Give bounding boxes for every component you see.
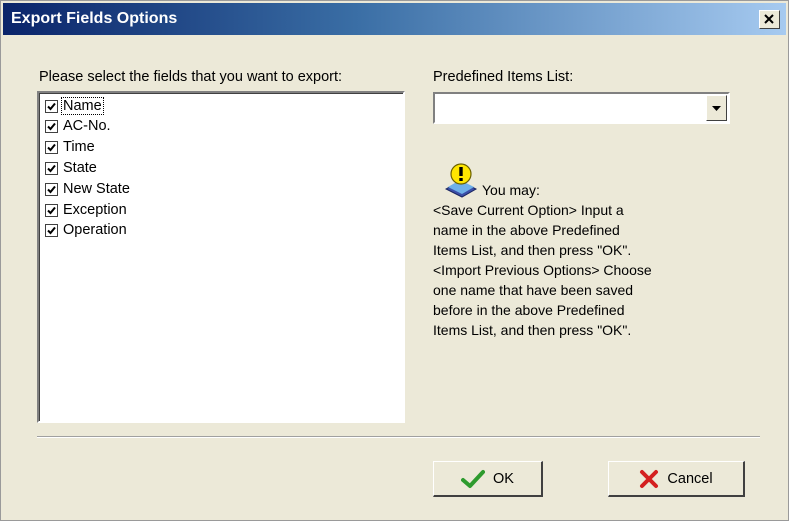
field-checkbox[interactable] — [45, 182, 58, 196]
field-item-operation[interactable]: Operation — [45, 221, 128, 239]
field-checkbox[interactable] — [45, 140, 58, 154]
ok-label: OK — [493, 470, 514, 487]
field-item-name[interactable]: Name — [45, 97, 104, 115]
field-checkbox[interactable] — [45, 119, 58, 133]
field-label: Exception — [63, 202, 127, 218]
field-label: State — [63, 160, 97, 176]
field-label: Operation — [63, 222, 127, 238]
ok-button[interactable]: OK — [433, 461, 543, 497]
help-line: <Import Previous Options> Choose — [433, 262, 652, 278]
field-checkbox[interactable] — [45, 223, 58, 237]
cancel-button[interactable]: Cancel — [608, 461, 745, 497]
field-item-new-state[interactable]: New State — [45, 180, 131, 198]
fields-listbox[interactable]: Name AC-No. Time State New State Excepti… — [37, 91, 405, 423]
field-label: AC-No. — [63, 118, 111, 134]
check-icon — [47, 185, 56, 193]
close-button[interactable] — [759, 10, 780, 29]
title-bar[interactable]: Export Fields Options — [3, 3, 786, 35]
check-icon — [47, 226, 56, 234]
check-icon — [47, 206, 56, 214]
help-line: name in the above Predefined — [433, 222, 620, 238]
x-icon — [640, 469, 659, 488]
help-line: Items List, and then press "OK". — [433, 322, 632, 338]
cancel-label: Cancel — [667, 470, 713, 487]
field-checkbox[interactable] — [45, 99, 58, 113]
check-icon — [47, 143, 56, 151]
close-icon — [764, 14, 774, 24]
field-checkbox[interactable] — [45, 203, 58, 217]
checkmark-icon — [461, 469, 486, 488]
check-icon — [47, 122, 56, 130]
check-icon — [47, 102, 56, 110]
help-line: <Save Current Option> Input a — [433, 202, 624, 218]
help-line: Items List, and then press "OK". — [433, 242, 632, 258]
fields-label: Please select the fields that you want t… — [39, 69, 343, 85]
field-checkbox[interactable] — [45, 161, 58, 175]
field-item-ac-no[interactable]: AC-No. — [45, 117, 112, 135]
help-intro: You may: — [482, 182, 540, 198]
separator — [37, 436, 760, 438]
field-label: Time — [63, 139, 95, 155]
help-line: one name that have been saved — [433, 282, 634, 298]
chevron-down-icon — [712, 106, 721, 111]
check-icon — [47, 164, 56, 172]
help-line: before in the above Predefined — [433, 302, 625, 318]
info-icon — [444, 163, 478, 198]
predefined-label: Predefined Items List: — [433, 69, 574, 85]
field-item-time[interactable]: Time — [45, 138, 96, 156]
help-text: <Save Current Option> Input a name in th… — [433, 200, 652, 340]
field-label: New State — [63, 181, 130, 197]
predefined-items-combobox[interactable] — [433, 92, 730, 124]
export-fields-dialog: Export Fields Options Please select the … — [0, 0, 789, 521]
field-item-state[interactable]: State — [45, 159, 98, 177]
field-item-exception[interactable]: Exception — [45, 201, 128, 219]
dropdown-button[interactable] — [706, 95, 727, 121]
dialog-title: Export Fields Options — [11, 10, 178, 27]
field-label: Name — [61, 97, 104, 115]
